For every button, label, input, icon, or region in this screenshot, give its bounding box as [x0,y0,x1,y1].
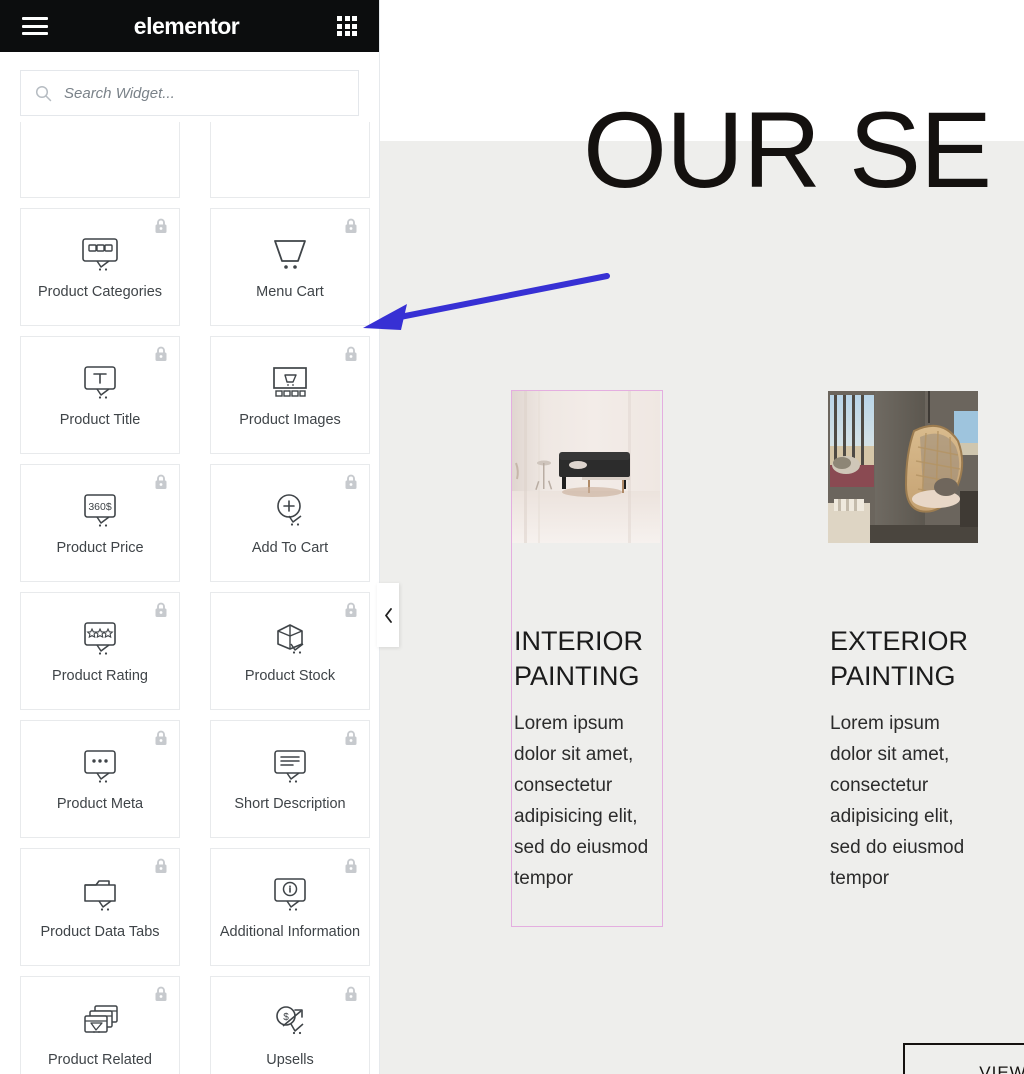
search-area [0,52,379,130]
widget-card-upsells[interactable]: $ Upsells [210,976,370,1074]
lock-icon [155,218,167,233]
product-meta-icon [79,744,121,790]
section-heading: OUR SE [583,89,992,210]
search-box[interactable] [20,70,359,116]
view-more-button[interactable]: VIEW [903,1043,1024,1074]
widget-card-product-title[interactable]: Product Title [20,336,180,454]
terrace-hanging-chair-photo [828,391,978,543]
search-icon [35,85,52,101]
widget-label: Upsells [266,1052,314,1069]
lock-icon [345,730,357,745]
widget-card-short-description[interactable]: Short Description [210,720,370,838]
widget-label: Product Title [59,412,141,429]
service-card-title-exterior: EXTERIOR PAINTING [830,626,969,692]
widget-card-product-rating[interactable]: Product Rating [20,592,180,710]
widget-label: Add To Cart [251,540,329,557]
widgets-grid-icon[interactable] [337,16,357,36]
add-to-cart-icon [269,488,311,534]
widget-label: Product Rating [52,668,148,685]
interior-room-photo [512,391,660,543]
service-card-description-exterior: Lorem ipsum dolor sit amet, consectetur … [830,713,965,890]
product-title-icon [79,360,121,406]
lock-icon [155,730,167,745]
lock-icon [345,858,357,873]
elementor-editor-screen: OUR SE INTERIOR PAINTING Lorem ipsum dol… [0,0,1024,1074]
widget-label: Additional Information [219,924,361,941]
product-related-icon [79,1000,121,1046]
widget-card-product-stock[interactable]: Product Stock [210,592,370,710]
additional-information-icon [269,872,311,918]
elementor-logo-text: elementor [133,12,240,39]
elementor-widgets-panel: elementor Search Widget... Product Categ… [0,0,380,1074]
widget-card-product-price[interactable]: 360$ Product Price [20,464,180,582]
widget-card-partial-right[interactable] [210,122,370,198]
widget-card-menu-cart[interactable]: Menu Cart [210,208,370,326]
upsells-icon: $ [269,1000,311,1046]
product-price-icon: 360$ [79,488,121,534]
widget-label: Product Meta [56,796,144,813]
widget-list-scroll-area[interactable]: Product Categories Menu Cart Product Tit… [0,122,379,1074]
lock-icon [155,346,167,361]
service-card-title-interior: INTERIOR PAINTING [514,626,644,692]
widget-card-additional-information[interactable]: Additional Information [210,848,370,966]
service-card-exterior[interactable]: EXTERIOR PAINTING Lorem ipsum dolor sit … [828,391,978,894]
panel-collapse-handle[interactable] [377,583,399,647]
widget-card-add-to-cart[interactable]: Add To Cart [210,464,370,582]
widget-label: Product Images [239,412,341,429]
lock-icon [345,218,357,233]
services-card-row: INTERIOR PAINTING Lorem ipsum dolor sit … [511,390,1024,931]
service-card-image-interior [512,391,660,543]
menu-cart-icon [269,232,311,278]
lock-icon [155,986,167,1001]
preview-canvas: OUR SE INTERIOR PAINTING Lorem ipsum dol… [380,0,1024,1074]
panel-header: elementor [0,0,379,52]
product-data-tabs-icon [79,872,121,918]
lock-icon [345,346,357,361]
lock-icon [345,986,357,1001]
widget-card-product-meta[interactable]: Product Meta [20,720,180,838]
chevron-left-icon [384,607,392,623]
product-stock-icon [269,616,311,662]
widget-card-product-data-tabs[interactable]: Product Data Tabs [20,848,180,966]
lock-icon [155,602,167,617]
search-input[interactable] [64,84,344,102]
lock-icon [155,858,167,873]
service-card-interior[interactable]: INTERIOR PAINTING Lorem ipsum dolor sit … [511,390,663,927]
widget-label: Product Related [48,1052,152,1069]
service-card-description-interior: Lorem ipsum dolor sit amet, consectetur … [514,713,649,890]
widget-label: Menu Cart [256,284,324,301]
widget-label: Product Categories [37,284,163,301]
widget-label: Short Description [234,796,346,813]
lock-icon [155,474,167,489]
widget-card-product-images[interactable]: Product Images [210,336,370,454]
widget-grid: Product Categories Menu Cart Product Tit… [0,122,379,1074]
lock-icon [345,474,357,489]
widget-label: Product Price [56,540,144,557]
widget-label: Product Stock [244,668,336,685]
product-images-icon [269,360,311,406]
svg-text:360$: 360$ [88,501,112,513]
widget-label: Product Data Tabs [40,924,160,941]
widget-card-partial-left[interactable] [20,122,180,198]
widget-card-product-related[interactable]: Product Related [20,976,180,1074]
widget-card-product-categories[interactable]: Product Categories [20,208,180,326]
product-rating-icon [79,616,121,662]
lock-icon [345,602,357,617]
service-card-image-exterior [828,391,978,543]
product-categories-icon [79,232,121,278]
short-description-icon [269,744,311,790]
